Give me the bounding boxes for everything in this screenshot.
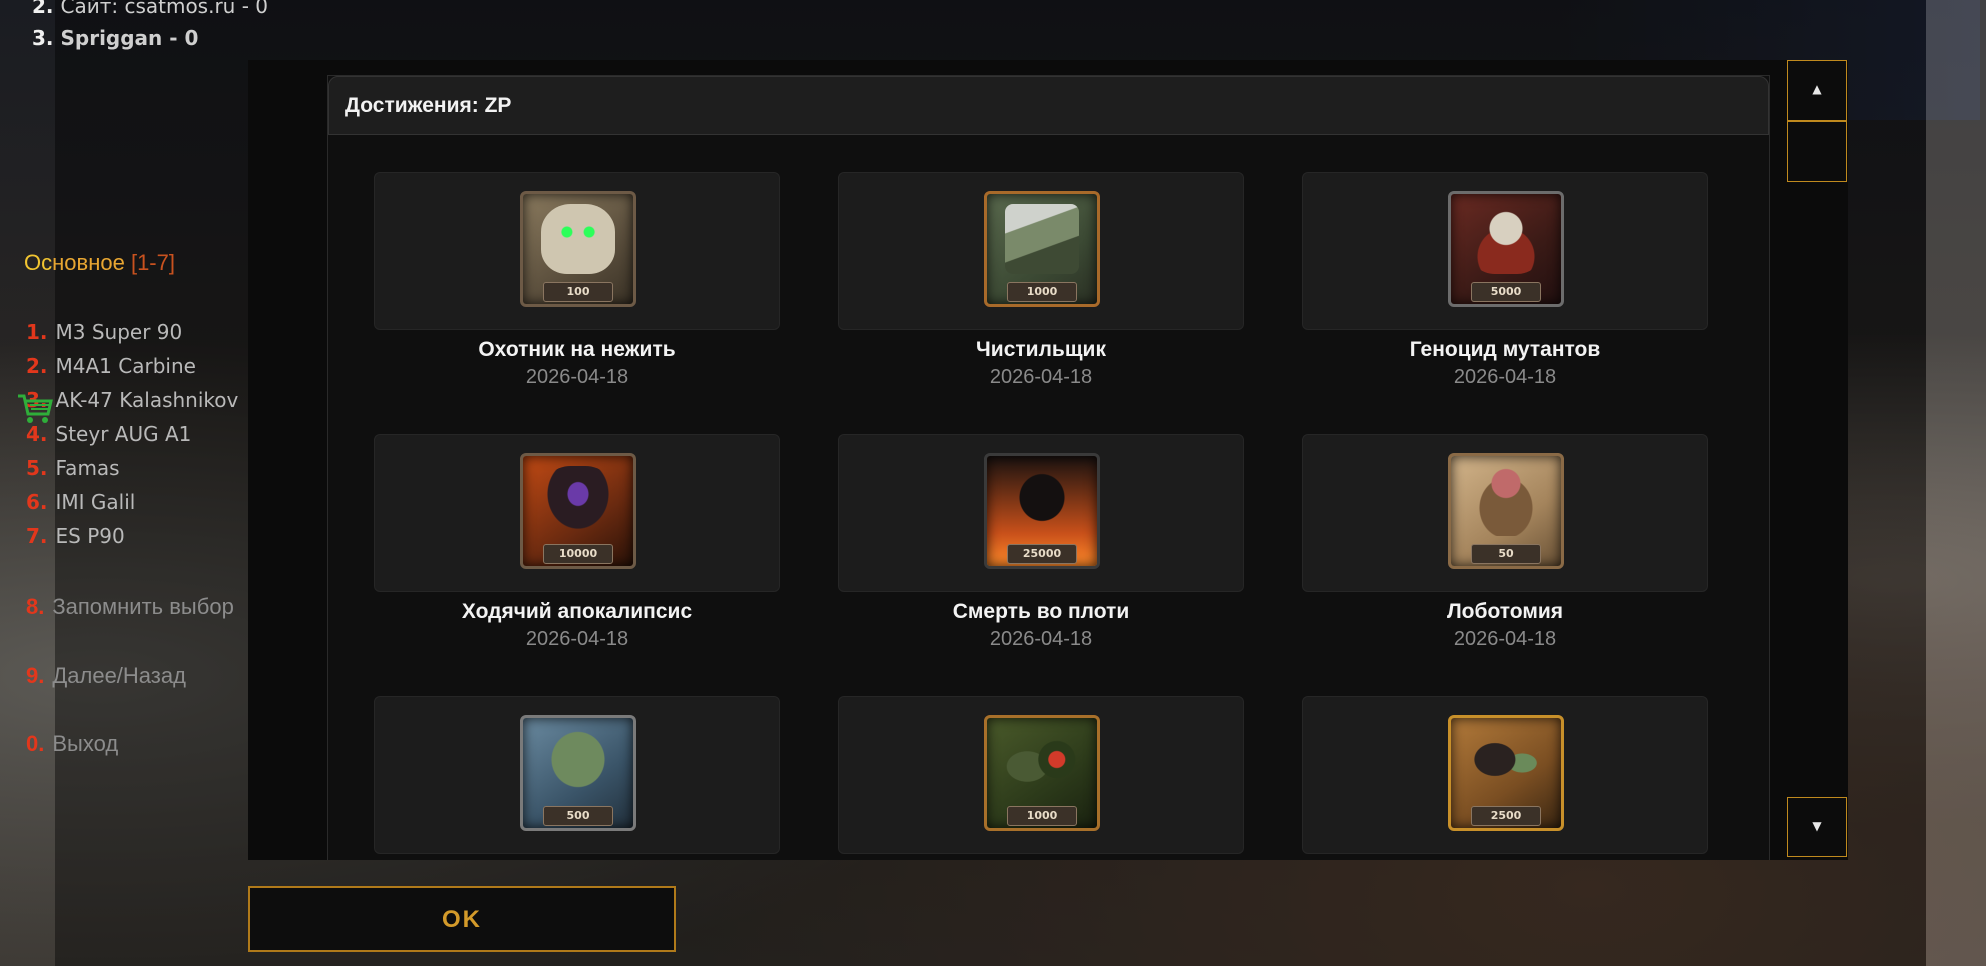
- menu-item-label: Выход: [52, 731, 119, 756]
- achievement-badge-plate: 5000: [1471, 282, 1541, 302]
- achievement-title: Лоботомия: [1446, 600, 1564, 623]
- scroll-down-button[interactable]: ▼: [1787, 797, 1847, 857]
- menu-item-label: M3 Super 90: [55, 320, 183, 344]
- scoreboard-entry: Spriggan - 0: [60, 26, 199, 50]
- achievement-date: 2026-04-18: [525, 366, 629, 388]
- scrollbar-track[interactable]: [1787, 121, 1847, 182]
- menu-item-label: AK-47 Kalashnikov: [55, 388, 239, 412]
- knife-icon: 1000: [984, 191, 1100, 307]
- executioner-icon: 2500: [1448, 715, 1564, 831]
- achievement-title: Смерть во плоти: [952, 600, 1130, 623]
- buy-menu-title-part: новное: [52, 250, 125, 275]
- menu-item-weapon[interactable]: 2. M4A1 Carbine: [26, 354, 254, 378]
- menu-item-label: Famas: [55, 456, 120, 480]
- achievement-title: Чистильщик: [976, 338, 1106, 361]
- menu-item-label: Далее/Назад: [52, 663, 186, 688]
- menu-item-weapon[interactable]: 3. AK-47 Kalashnikov: [26, 388, 254, 412]
- achievement-badge-plate: 50: [1471, 544, 1541, 564]
- scene-wall: [1926, 0, 1986, 966]
- achievement-badge-plate: 25000: [1007, 544, 1077, 564]
- achievement-badge-plate: 1000: [1007, 806, 1077, 826]
- achievement-date: 2026-04-18: [989, 628, 1093, 650]
- scoreboard-rank: 2.: [32, 0, 54, 18]
- achievement-badge-plate: 2500: [1471, 806, 1541, 826]
- buy-menu-title-range: [1-7]: [130, 250, 175, 275]
- menu-item-number: 1.: [26, 320, 48, 344]
- chevron-up-icon: ▲: [1812, 82, 1822, 96]
- menu-item-exit[interactable]: 0. Выход: [26, 731, 251, 757]
- skull-icon: 100: [520, 191, 636, 307]
- achievement-date: 2026-04-18: [1453, 366, 1557, 388]
- buy-menu-title: Основное [1-7]: [24, 250, 175, 276]
- achievements-panel: Достижения: ZP 100 Охотник на нежить 202…: [327, 75, 1770, 860]
- menu-item-weapon[interactable]: 5. Famas: [26, 456, 254, 480]
- menu-item-label: IMI Galil: [55, 490, 136, 514]
- chevron-down-icon: ▼: [1812, 819, 1822, 833]
- cart-icon: [18, 394, 53, 423]
- menu-item-label: M4A1 Carbine: [55, 354, 196, 378]
- achievement-card[interactable]: 5000: [1302, 172, 1708, 330]
- achievement-title: Геноцид мутантов: [1409, 338, 1601, 361]
- panel-title: Достижения: ZP: [345, 94, 512, 117]
- ok-button-label: OK: [442, 906, 482, 933]
- menu-item-weapon[interactable]: 4. Steyr AUG A1: [26, 422, 254, 446]
- panel-header: Достижения: ZP: [328, 76, 1769, 135]
- scoreboard-entry: Сайт: csatmos.ru - 0: [60, 0, 269, 18]
- reaper-icon: 25000: [984, 453, 1100, 569]
- lobotomy-icon: 50: [1448, 453, 1564, 569]
- demon-icon: 5000: [1448, 191, 1564, 307]
- menu-item-weapon[interactable]: 1. M3 Super 90: [26, 320, 254, 344]
- achievement-title: Охотник на нежить: [478, 338, 676, 361]
- menu-item-number: 2.: [26, 354, 48, 378]
- sniper-icon: 1000: [984, 715, 1100, 831]
- game-scene: 2. Сайт: csatmos.ru - 0 3. Spriggan - 0 …: [0, 0, 1986, 966]
- achievement-card[interactable]: 2500: [1302, 696, 1708, 854]
- menu-item-number: 9.: [26, 663, 45, 688]
- menu-item-number: 6.: [26, 490, 48, 514]
- achievement-date: 2026-04-18: [1453, 628, 1557, 650]
- menu-item-label: Запомнить выбор: [52, 594, 234, 619]
- menu-item-weapon[interactable]: 7. ES P90: [26, 524, 254, 548]
- scoreboard-row: 2. Сайт: csatmos.ru - 0: [32, 0, 268, 18]
- achievement-card[interactable]: 500: [374, 696, 780, 854]
- surgeon-icon: 500: [520, 715, 636, 831]
- scroll-up-button[interactable]: ▲: [1787, 60, 1847, 121]
- menu-item-number: 5.: [26, 456, 48, 480]
- achievement-card[interactable]: 25000: [838, 434, 1244, 592]
- achievement-card[interactable]: 1000: [838, 172, 1244, 330]
- achievement-title: Ходячий апокалипсис: [461, 600, 693, 623]
- achievement-badge-plate: 1000: [1007, 282, 1077, 302]
- menu-item-number: 0.: [26, 731, 45, 756]
- menu-item-label: Steyr AUG A1: [55, 422, 192, 446]
- buy-menu-title-part: Ос: [24, 250, 53, 275]
- menu-item-remember[interactable]: 8. Запомнить выбор: [26, 594, 251, 620]
- ok-button[interactable]: OK: [248, 886, 676, 952]
- scoreboard-rank: 3.: [32, 26, 54, 50]
- achievement-card[interactable]: 100: [374, 172, 780, 330]
- menu-item-number: 8.: [26, 594, 45, 619]
- achievement-date: 2026-04-18: [525, 628, 629, 650]
- menu-item-number: 7.: [26, 524, 48, 548]
- apocalypse-icon: 10000: [520, 453, 636, 569]
- achievement-badge-plate: 500: [543, 806, 613, 826]
- menu-item-label: ES P90: [55, 524, 125, 548]
- achievement-card[interactable]: 10000: [374, 434, 780, 592]
- achievement-date: 2026-04-18: [989, 366, 1093, 388]
- menu-item-next-back[interactable]: 9. Далее/Назад: [26, 663, 251, 689]
- menu-item-weapon[interactable]: 6. IMI Galil: [26, 490, 254, 514]
- achievement-badge-plate: 100: [543, 282, 613, 302]
- achievement-badge-plate: 10000: [543, 544, 613, 564]
- achievement-card[interactable]: 50: [1302, 434, 1708, 592]
- scoreboard-row: 3. Spriggan - 0: [32, 26, 198, 50]
- achievement-card[interactable]: 1000: [838, 696, 1244, 854]
